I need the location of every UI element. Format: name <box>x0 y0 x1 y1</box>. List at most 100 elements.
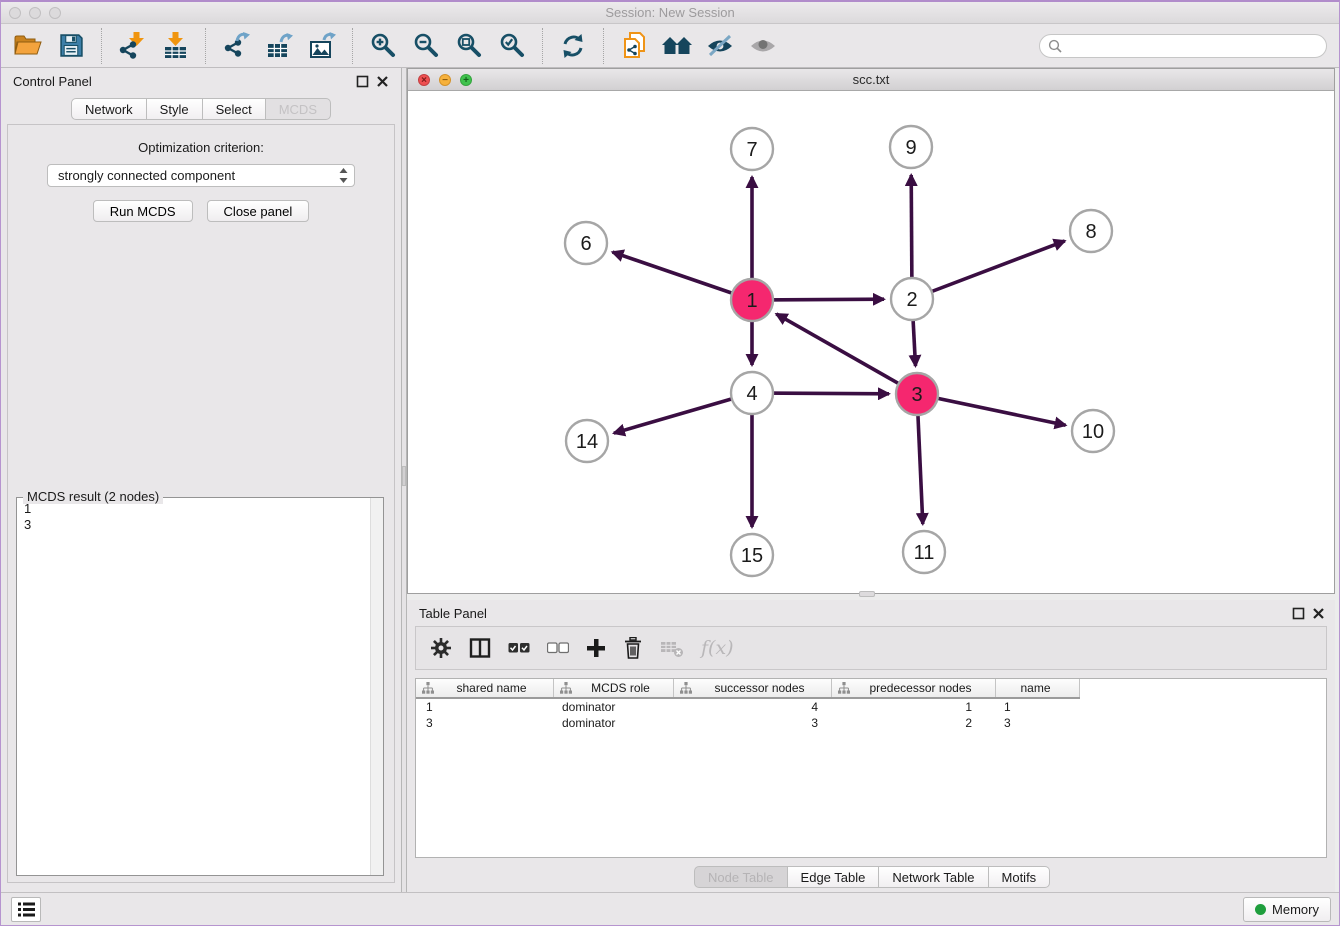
graph-node-4[interactable]: 4 <box>731 372 773 414</box>
search-input[interactable] <box>1067 37 1318 54</box>
svg-text:14: 14 <box>576 431 598 453</box>
table-cell: 4 <box>674 700 832 714</box>
create-column-button[interactable] <box>586 638 606 658</box>
graph-node-1[interactable]: 1 <box>731 279 773 321</box>
export-network-button[interactable] <box>219 29 253 63</box>
svg-text:9: 9 <box>905 137 916 159</box>
graph-node-2[interactable]: 2 <box>891 278 933 320</box>
graph-node-10[interactable]: 10 <box>1072 410 1114 452</box>
homes-button[interactable] <box>660 29 694 63</box>
graph-node-6[interactable]: 6 <box>565 222 607 264</box>
open-session-button[interactable] <box>11 29 45 63</box>
svg-text:4: 4 <box>746 383 757 405</box>
delete-table-button-disabled <box>660 638 684 658</box>
open-folder-icon <box>13 33 43 58</box>
result-scrollbar[interactable] <box>370 498 383 875</box>
hide-selected-button[interactable] <box>703 29 737 63</box>
toolbar-separator <box>542 28 543 64</box>
column-header-shared-name[interactable]: shared name <box>416 679 554 697</box>
search-box[interactable] <box>1039 34 1327 58</box>
graph-node-3[interactable]: 3 <box>896 373 938 415</box>
zoom-selected-button[interactable] <box>495 29 529 63</box>
tab-motifs[interactable]: Motifs <box>989 866 1051 888</box>
tab-select[interactable]: Select <box>203 98 266 120</box>
column-header-mcds-role[interactable]: MCDS role <box>554 679 674 697</box>
save-icon <box>59 33 84 58</box>
unselect-all-columns-button[interactable] <box>547 642 569 654</box>
svg-text:1: 1 <box>746 290 757 312</box>
save-session-button[interactable] <box>54 29 88 63</box>
splitter-grip[interactable] <box>402 466 406 486</box>
svg-text:11: 11 <box>914 542 935 564</box>
export-image-button[interactable] <box>305 29 339 63</box>
import-table-button[interactable] <box>158 29 192 63</box>
network-canvas[interactable]: 7 9 6 8 1 2 4 3 14 10 15 11 <box>408 91 1334 593</box>
close-table-panel-icon[interactable] <box>1312 607 1325 620</box>
toolbar-separator <box>352 28 353 64</box>
graph-node-8[interactable]: 8 <box>1070 210 1112 252</box>
table-cell: dominator <box>554 716 674 730</box>
graph-node-15[interactable]: 15 <box>731 534 773 576</box>
select-all-columns-button[interactable] <box>508 642 530 654</box>
mcds-result-list[interactable]: 1 3 <box>17 498 370 875</box>
tab-edge-table[interactable]: Edge Table <box>788 866 880 888</box>
function-builder-button-disabled: f(x) <box>701 637 734 659</box>
horizontal-splitter-grip[interactable] <box>859 591 875 597</box>
graph-edge-3-1[interactable] <box>776 314 917 394</box>
tab-style[interactable]: Style <box>147 98 203 120</box>
graph-node-9[interactable]: 9 <box>890 126 932 168</box>
export-network-icon <box>223 32 250 59</box>
tab-network[interactable]: Network <box>71 98 147 120</box>
delete-column-button[interactable] <box>623 637 643 659</box>
column-header-predecessor-nodes[interactable]: predecessor nodes <box>832 679 996 697</box>
checked-boxes-icon <box>508 642 530 654</box>
graph-node-7[interactable]: 7 <box>731 128 773 170</box>
graph-node-11[interactable]: 11 <box>903 531 945 573</box>
toolbar-separator <box>603 28 604 64</box>
float-panel-icon[interactable] <box>356 75 369 88</box>
tab-network-table[interactable]: Network Table <box>879 866 988 888</box>
import-network-icon <box>119 32 146 59</box>
graph-edge-3-10[interactable] <box>917 394 1066 425</box>
network-window-titlebar[interactable]: × − + scc.txt <box>408 69 1334 91</box>
app-titlebar: Session: New Session <box>1 2 1339 24</box>
memory-button[interactable]: Memory <box>1243 897 1331 922</box>
toolbar-separator <box>205 28 206 64</box>
node-table: shared name MCDS role successor nodes pr… <box>415 678 1327 858</box>
show-selected-button[interactable] <box>746 29 780 63</box>
export-table-button[interactable] <box>262 29 296 63</box>
table-row[interactable]: 1dominator411 <box>416 699 1326 715</box>
refresh-icon <box>560 33 586 59</box>
import-network-button[interactable] <box>115 29 149 63</box>
list-icon <box>18 902 35 917</box>
zoom-out-button[interactable] <box>409 29 443 63</box>
svg-text:6: 6 <box>580 233 591 255</box>
control-panel-title: Control Panel <box>13 74 92 89</box>
column-header-name[interactable]: name <box>996 679 1080 697</box>
column-header-successor-nodes[interactable]: successor nodes <box>674 679 832 697</box>
table-cell: dominator <box>554 700 674 714</box>
task-history-button[interactable] <box>11 897 41 922</box>
export-table-icon <box>266 32 293 59</box>
delete-table-icon <box>660 638 684 658</box>
refresh-button[interactable] <box>556 29 590 63</box>
control-panel-tabs: Network Style Select MCDS <box>1 98 401 120</box>
table-settings-button[interactable] <box>430 637 452 659</box>
tab-mcds[interactable]: MCDS <box>266 98 331 120</box>
zoom-in-button[interactable] <box>366 29 400 63</box>
graph-edge-2-8[interactable] <box>912 241 1065 299</box>
show-column-panel-button[interactable] <box>469 637 491 659</box>
optimization-criterion-select[interactable]: strongly connected component <box>47 164 355 187</box>
graph-node-14[interactable]: 14 <box>566 420 608 462</box>
run-mcds-button[interactable]: Run MCDS <box>93 200 193 222</box>
close-panel-icon[interactable] <box>376 75 389 88</box>
tab-node-table[interactable]: Node Table <box>694 866 788 888</box>
clone-network-button[interactable] <box>617 29 651 63</box>
plus-icon <box>586 638 606 658</box>
table-row[interactable]: 3dominator323 <box>416 715 1326 731</box>
table-cell: 1 <box>832 700 996 714</box>
zoom-out-icon <box>413 32 440 59</box>
zoom-fit-button[interactable] <box>452 29 486 63</box>
close-panel-button[interactable]: Close panel <box>207 200 310 222</box>
float-table-panel-icon[interactable] <box>1292 607 1305 620</box>
